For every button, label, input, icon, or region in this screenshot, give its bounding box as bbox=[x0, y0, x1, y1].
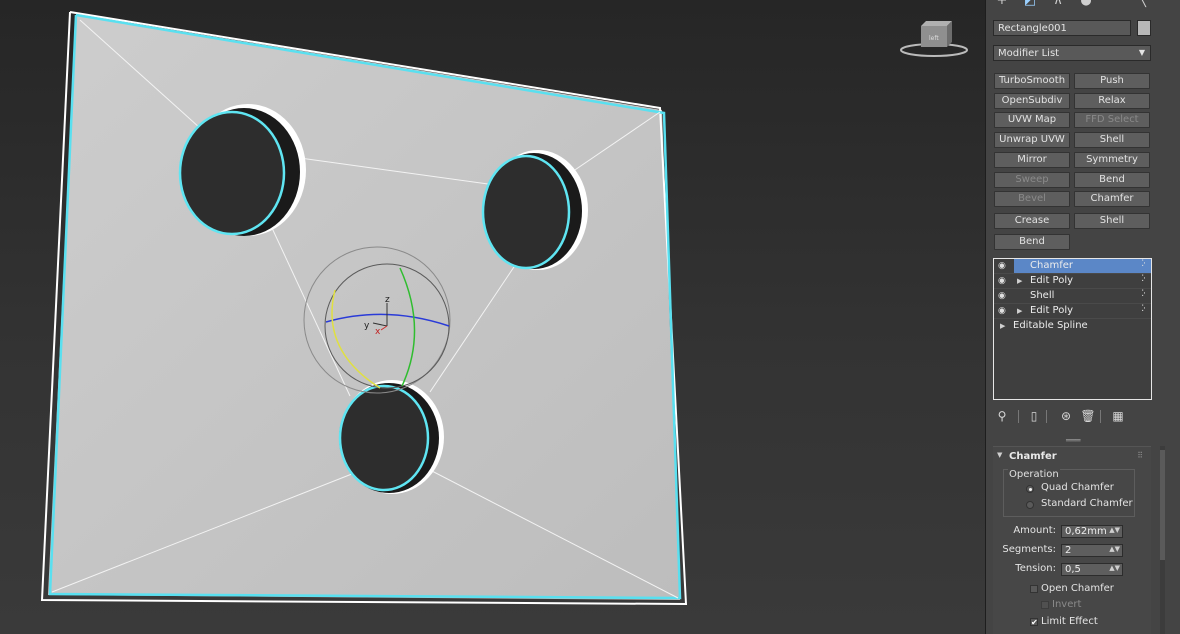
modifier-button[interactable]: Bend bbox=[994, 234, 1070, 250]
eye-icon[interactable]: ◉ bbox=[998, 289, 1010, 303]
viewport-scene: z y x left bbox=[40, 11, 968, 606]
modifier-button[interactable]: Push bbox=[1074, 73, 1150, 89]
pin-stack-icon[interactable]: ⚲ bbox=[994, 408, 1010, 424]
collapse-caret-icon[interactable]: ▼ bbox=[997, 451, 1002, 459]
modifier-list-label: Modifier List bbox=[998, 48, 1060, 59]
stack-item-label: Edit Poly bbox=[1030, 305, 1074, 316]
object-name-field[interactable]: Rectangle001 bbox=[993, 20, 1131, 36]
toolbar-separator bbox=[1046, 410, 1047, 423]
stack-item-shell[interactable]: ◉ Shell ⁚· bbox=[994, 289, 1151, 304]
modifier-button[interactable]: Unwrap UVW bbox=[994, 132, 1070, 148]
subobject-dots-icon: ⁚· bbox=[1141, 274, 1146, 284]
amount-spinner[interactable]: 0,62mm ▲▼ bbox=[1061, 525, 1123, 538]
modifier-button[interactable]: Shell bbox=[1074, 132, 1150, 148]
subobject-dots-icon: ⁚· bbox=[1141, 289, 1146, 299]
modifier-button[interactable]: Bend bbox=[1074, 172, 1150, 188]
plus-icon[interactable]: + bbox=[994, 0, 1010, 8]
expand-triangle-icon[interactable]: ▶ bbox=[1017, 274, 1022, 288]
tension-spinner[interactable]: 0,5 ▲▼ bbox=[1061, 563, 1123, 576]
modifier-stack[interactable]: ◉ Chamfer ⁚· ◉ ▶ Edit Poly ⁚· ◉ Shell ⁚·… bbox=[993, 258, 1152, 400]
modifier-button[interactable]: TurboSmooth bbox=[994, 73, 1070, 89]
quad-chamfer-label[interactable]: Quad Chamfer bbox=[1041, 482, 1114, 493]
viewcube-face-label: left bbox=[929, 35, 939, 42]
spinner-arrows-icon[interactable]: ▲▼ bbox=[1109, 525, 1120, 536]
spinner-arrows-icon[interactable]: ▲▼ bbox=[1109, 544, 1120, 555]
gizmo-axis-x: x bbox=[375, 327, 381, 337]
modifier-button[interactable]: Mirror bbox=[994, 152, 1070, 168]
segments-value[interactable]: 2 bbox=[1065, 545, 1071, 556]
tension-label: Tension: bbox=[1015, 563, 1056, 574]
modifier-button[interactable]: Relax bbox=[1074, 93, 1150, 109]
object-color-swatch[interactable] bbox=[1137, 20, 1151, 36]
stack-item-edit-poly[interactable]: ◉ ▶ Edit Poly ⁚· bbox=[994, 304, 1151, 319]
eye-icon[interactable]: ◉ bbox=[998, 304, 1010, 318]
remove-modifier-icon[interactable]: 🗑 bbox=[1080, 408, 1096, 424]
motion-icon[interactable]: ● bbox=[1078, 0, 1094, 8]
rollout-pin-icon[interactable]: ⠿ bbox=[1137, 451, 1143, 460]
stack-item-label: Edit Poly bbox=[1030, 275, 1074, 286]
tension-value[interactable]: 0,5 bbox=[1065, 564, 1081, 575]
operation-group-title: Operation bbox=[1008, 469, 1060, 480]
segments-label: Segments: bbox=[1002, 544, 1056, 555]
modifier-button[interactable]: Sweep bbox=[994, 172, 1070, 188]
eye-icon[interactable]: ◉ bbox=[998, 274, 1010, 288]
modifier-button[interactable]: UVW Map bbox=[994, 112, 1070, 128]
modify-icon[interactable]: ◩ bbox=[1022, 0, 1038, 8]
spinner-arrows-icon[interactable]: ▲▼ bbox=[1109, 563, 1120, 574]
wrench-icon[interactable]: ╲ bbox=[1134, 0, 1150, 8]
modifier-button[interactable]: Bevel bbox=[994, 191, 1070, 207]
rollout-grip-icon[interactable]: ═══ bbox=[1066, 436, 1080, 445]
modifier-button[interactable]: Crease bbox=[994, 213, 1070, 229]
stack-item-edit-poly[interactable]: ◉ ▶ Edit Poly ⁚· bbox=[994, 274, 1151, 289]
command-panel: + ◩ ⊼ ● ╲ Rectangle001 Modifier List ▼ T… bbox=[985, 0, 1180, 634]
subobject-dots-icon: ⁚· bbox=[1141, 259, 1146, 269]
stack-item-editable-spline[interactable]: ▶ Editable Spline bbox=[994, 319, 1151, 334]
command-panel-tabs: + ◩ ⊼ ● ╲ bbox=[986, 0, 1180, 12]
scrollbar-thumb[interactable] bbox=[1160, 450, 1165, 560]
amount-value[interactable]: 0,62mm bbox=[1065, 526, 1107, 537]
modifier-button[interactable]: FFD Select bbox=[1074, 112, 1150, 128]
stack-item-label: Chamfer bbox=[1030, 260, 1073, 271]
make-unique-icon[interactable]: ⊛ bbox=[1058, 408, 1074, 424]
chamfer-rollout: ▼ Chamfer ⠿ Operation Quad Chamfer Stand… bbox=[993, 446, 1151, 634]
modifier-button[interactable]: Symmetry bbox=[1074, 152, 1150, 168]
toolbar-separator bbox=[1018, 410, 1019, 423]
stack-item-chamfer[interactable]: ◉ Chamfer ⁚· bbox=[994, 259, 1151, 274]
gizmo-axis-z: z bbox=[385, 295, 390, 305]
hole-top-right bbox=[481, 150, 588, 270]
open-chamfer-label[interactable]: Open Chamfer bbox=[1041, 583, 1114, 594]
invert-label[interactable]: Invert bbox=[1052, 599, 1081, 610]
dropdown-arrow-icon: ▼ bbox=[1138, 48, 1145, 57]
amount-label: Amount: bbox=[1013, 525, 1056, 536]
hierarchy-icon[interactable]: ⊼ bbox=[1050, 0, 1066, 8]
gizmo-axis-y: y bbox=[364, 321, 370, 331]
modifier-list-dropdown[interactable]: Modifier List ▼ bbox=[993, 45, 1151, 61]
open-chamfer-checkbox[interactable] bbox=[1030, 585, 1038, 593]
eye-icon[interactable]: ◉ bbox=[998, 259, 1010, 273]
configure-modifier-sets-icon[interactable]: ▦ bbox=[1110, 408, 1126, 424]
plate-mesh bbox=[48, 14, 680, 600]
modifier-button[interactable]: OpenSubdiv bbox=[994, 93, 1070, 109]
segments-spinner[interactable]: 2 ▲▼ bbox=[1061, 544, 1123, 557]
standard-chamfer-radio[interactable] bbox=[1026, 501, 1034, 509]
stack-item-label: Editable Spline bbox=[1013, 320, 1088, 331]
toolbar-separator bbox=[1100, 410, 1101, 423]
limit-effect-label[interactable]: Limit Effect bbox=[1041, 616, 1098, 627]
perspective-viewport[interactable]: z y x left bbox=[0, 0, 985, 634]
invert-checkbox[interactable] bbox=[1041, 601, 1049, 609]
standard-chamfer-label[interactable]: Standard Chamfer bbox=[1041, 498, 1133, 509]
operation-group: Operation Quad Chamfer Standard Chamfer bbox=[1003, 469, 1135, 517]
rollout-title[interactable]: Chamfer bbox=[1009, 451, 1057, 462]
command-panel-scrollbar[interactable] bbox=[1160, 446, 1165, 634]
expand-triangle-icon[interactable]: ▶ bbox=[1017, 304, 1022, 318]
expand-triangle-icon[interactable]: ▶ bbox=[1000, 319, 1005, 333]
modifier-button[interactable]: Shell bbox=[1074, 213, 1150, 229]
modifier-button[interactable]: Chamfer bbox=[1074, 191, 1150, 207]
subobject-dots-icon: ⁚· bbox=[1141, 304, 1146, 314]
limit-effect-checkbox[interactable]: ✔ bbox=[1030, 618, 1038, 627]
quad-chamfer-radio[interactable] bbox=[1026, 485, 1034, 493]
stack-item-label: Shell bbox=[1030, 290, 1055, 301]
show-end-result-icon[interactable]: ▯ bbox=[1026, 408, 1042, 424]
